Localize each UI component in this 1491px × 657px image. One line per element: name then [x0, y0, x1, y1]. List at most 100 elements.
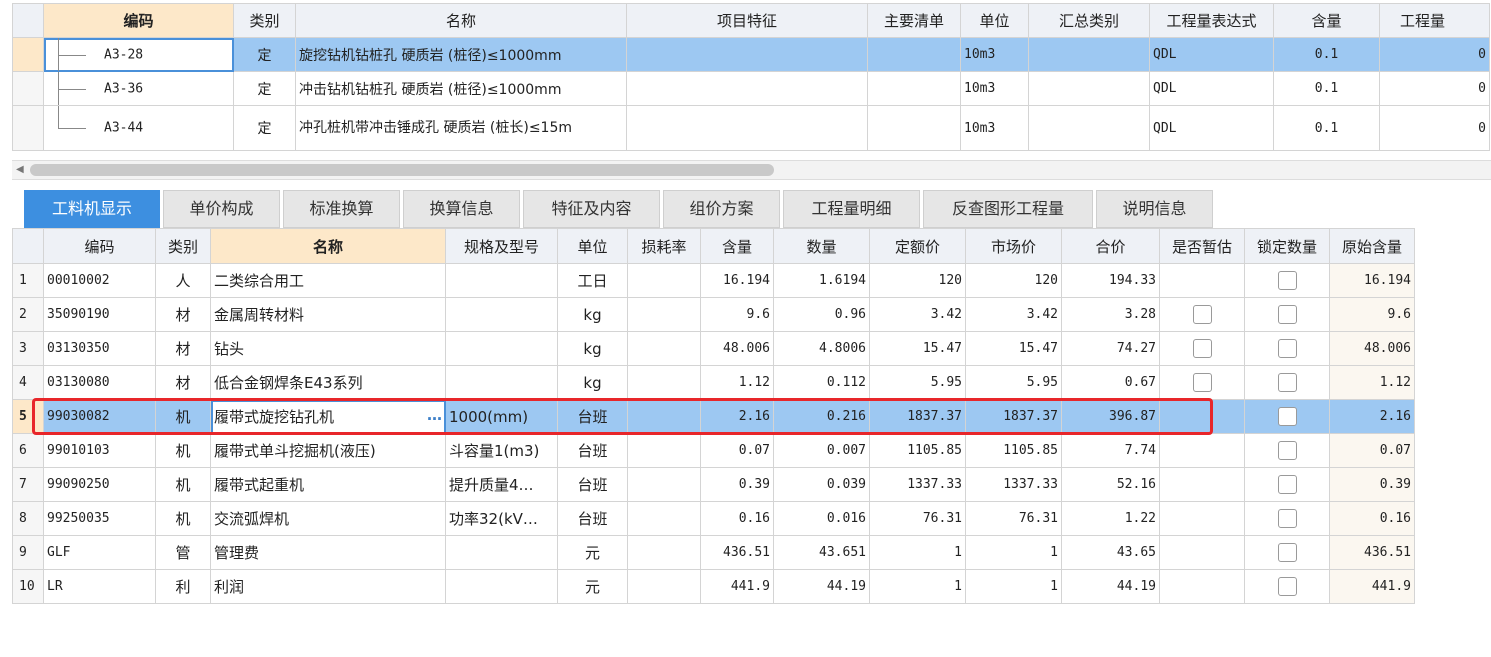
provisional-cell[interactable]	[1159, 535, 1245, 570]
content-cell[interactable]: 0.16	[700, 501, 774, 536]
name-cell[interactable]: 履带式单斗挖掘机(液压)	[210, 433, 446, 468]
tab-quantity-detail[interactable]: 工程量明细	[783, 190, 920, 228]
unit-cell[interactable]: 台班	[557, 467, 628, 502]
total-cell[interactable]: 1.22	[1061, 501, 1160, 536]
tab-graphic-quantity[interactable]: 反查图形工程量	[923, 190, 1093, 228]
quota-price-cell[interactable]: 3.42	[869, 297, 966, 332]
code-cell[interactable]: 99090250	[43, 467, 156, 502]
quota-price-cell[interactable]: 120	[869, 263, 966, 298]
name-cell[interactable]: 低合金钢焊条E43系列	[210, 365, 446, 400]
col-header-quota-price[interactable]: 定额价	[869, 228, 966, 264]
lock-qty-cell[interactable]	[1244, 297, 1330, 332]
total-cell[interactable]: 194.33	[1061, 263, 1160, 298]
feature-cell[interactable]	[626, 105, 868, 151]
market-price-cell[interactable]: 1	[965, 535, 1062, 570]
code-cell[interactable]: 99010103	[43, 433, 156, 468]
content-cell[interactable]: 16.194	[700, 263, 774, 298]
row-header[interactable]	[12, 71, 44, 106]
quota-price-cell[interactable]: 1837.37	[869, 399, 966, 434]
main-list-cell[interactable]	[867, 105, 961, 151]
quantity-cell[interactable]: 0.039	[773, 467, 870, 502]
original-content-cell[interactable]: 436.51	[1329, 535, 1415, 570]
table-row[interactable]: A3-28 定 旋挖钻机钻桩孔 硬质岩 (桩径)≤1000mm 10m3 QDL…	[12, 37, 1490, 72]
unit-cell[interactable]: kg	[557, 331, 628, 366]
loss-cell[interactable]	[627, 365, 701, 400]
type-cell[interactable]: 定	[233, 71, 296, 106]
lock-qty-cell[interactable]	[1244, 399, 1330, 434]
table-row[interactable]: 3 03130350 材钻头 kg 48.006 4.8006 15.47 15.47 74.2…	[12, 331, 1415, 366]
feature-cell[interactable]	[626, 71, 868, 106]
name-cell[interactable]: 履带式起重机	[210, 467, 446, 502]
table-row[interactable]: 5 99030082 机… 履带式旋挖钻孔机 1000(mm) 台班 2.16 0.216 18…	[12, 399, 1415, 434]
content-cell[interactable]: 9.6	[700, 297, 774, 332]
loss-cell[interactable]	[627, 433, 701, 468]
original-content-cell[interactable]: 441.9	[1329, 569, 1415, 604]
name-cell[interactable]: 冲击钻机钻桩孔 硬质岩 (桩径)≤1000mm	[295, 71, 627, 106]
quota-price-cell[interactable]: 76.31	[869, 501, 966, 536]
content-cell[interactable]: 1.12	[700, 365, 774, 400]
code-cell[interactable]: 03130080	[43, 365, 156, 400]
tab-pricing-scheme[interactable]: 组价方案	[663, 190, 780, 228]
type-cell[interactable]: 机	[155, 467, 211, 502]
loss-cell[interactable]	[627, 535, 701, 570]
row-number[interactable]: 1	[12, 263, 44, 298]
code-cell[interactable]: GLF	[43, 535, 156, 570]
provisional-cell[interactable]	[1159, 569, 1245, 604]
quota-price-cell[interactable]: 1	[869, 569, 966, 604]
market-price-cell[interactable]: 3.42	[965, 297, 1062, 332]
original-content-cell[interactable]: 0.16	[1329, 501, 1415, 536]
original-content-cell[interactable]: 1.12	[1329, 365, 1415, 400]
type-cell[interactable]: 管	[155, 535, 211, 570]
total-cell[interactable]: 0.67	[1061, 365, 1160, 400]
provisional-checkbox[interactable]	[1192, 305, 1212, 324]
code-cell[interactable]: LR	[43, 569, 156, 604]
total-cell[interactable]: 3.28	[1061, 297, 1160, 332]
code-cell[interactable]: A3-44	[43, 105, 234, 151]
tab-unit-price[interactable]: 单价构成	[163, 190, 280, 228]
code-cell[interactable]: A3-28	[43, 37, 234, 72]
quantity-cell[interactable]: 0	[1379, 37, 1490, 72]
col-header-summary[interactable]: 汇总类别	[1028, 3, 1150, 38]
total-cell[interactable]: 74.27	[1061, 331, 1160, 366]
content-cell[interactable]: 0.39	[700, 467, 774, 502]
row-header[interactable]	[12, 105, 44, 151]
row-number[interactable]: 10	[12, 569, 44, 604]
quota-price-cell[interactable]: 1	[869, 535, 966, 570]
name-cell[interactable]: 二类综合用工	[210, 263, 446, 298]
col-header-content[interactable]: 含量	[700, 228, 774, 264]
table-row[interactable]: A3-44 定 冲孔桩机带冲击锤成孔 硬质岩 (桩长)≤15m 10m3 QDL…	[12, 105, 1490, 151]
provisional-cell[interactable]	[1159, 399, 1245, 434]
tab-description[interactable]: 说明信息	[1096, 190, 1213, 228]
market-price-cell[interactable]: 120	[965, 263, 1062, 298]
name-cell[interactable]: 管理费	[210, 535, 446, 570]
loss-cell[interactable]	[627, 569, 701, 604]
spec-cell[interactable]	[445, 569, 558, 604]
scroll-left-icon[interactable]: ◀	[16, 164, 24, 175]
type-cell[interactable]: 机	[155, 433, 211, 468]
lock-qty-checkbox[interactable]	[1277, 373, 1297, 392]
provisional-cell[interactable]	[1159, 297, 1245, 332]
table-row[interactable]: 8 99250035 机交流弧焊机 功率32(kV… 台班 0.16 0.016 76.31 7…	[12, 501, 1415, 536]
col-header-expression[interactable]: 工程量表达式	[1149, 3, 1274, 38]
spec-cell[interactable]	[445, 535, 558, 570]
type-cell[interactable]: 材	[155, 297, 211, 332]
feature-cell[interactable]	[626, 37, 868, 72]
quota-price-cell[interactable]: 5.95	[869, 365, 966, 400]
quantity-cell[interactable]: 1.6194	[773, 263, 870, 298]
market-price-cell[interactable]: 5.95	[965, 365, 1062, 400]
expression-cell[interactable]: QDL	[1149, 105, 1274, 151]
original-content-cell[interactable]: 0.07	[1329, 433, 1415, 468]
ellipsis-icon[interactable]: …	[427, 406, 442, 424]
quantity-cell[interactable]: 0	[1379, 71, 1490, 106]
quantity-cell[interactable]: 0.112	[773, 365, 870, 400]
unit-cell[interactable]: kg	[557, 297, 628, 332]
original-content-cell[interactable]: 9.6	[1329, 297, 1415, 332]
col-header-unit[interactable]: 单位	[960, 3, 1029, 38]
col-header-feature[interactable]: 项目特征	[626, 3, 868, 38]
col-header-quantity[interactable]: 工程量	[1379, 3, 1490, 38]
lock-qty-checkbox[interactable]	[1277, 475, 1297, 494]
quantity-cell[interactable]: 44.19	[773, 569, 870, 604]
row-number[interactable]: 9	[12, 535, 44, 570]
lock-qty-cell[interactable]	[1244, 331, 1330, 366]
content-cell[interactable]: 2.16	[700, 399, 774, 434]
